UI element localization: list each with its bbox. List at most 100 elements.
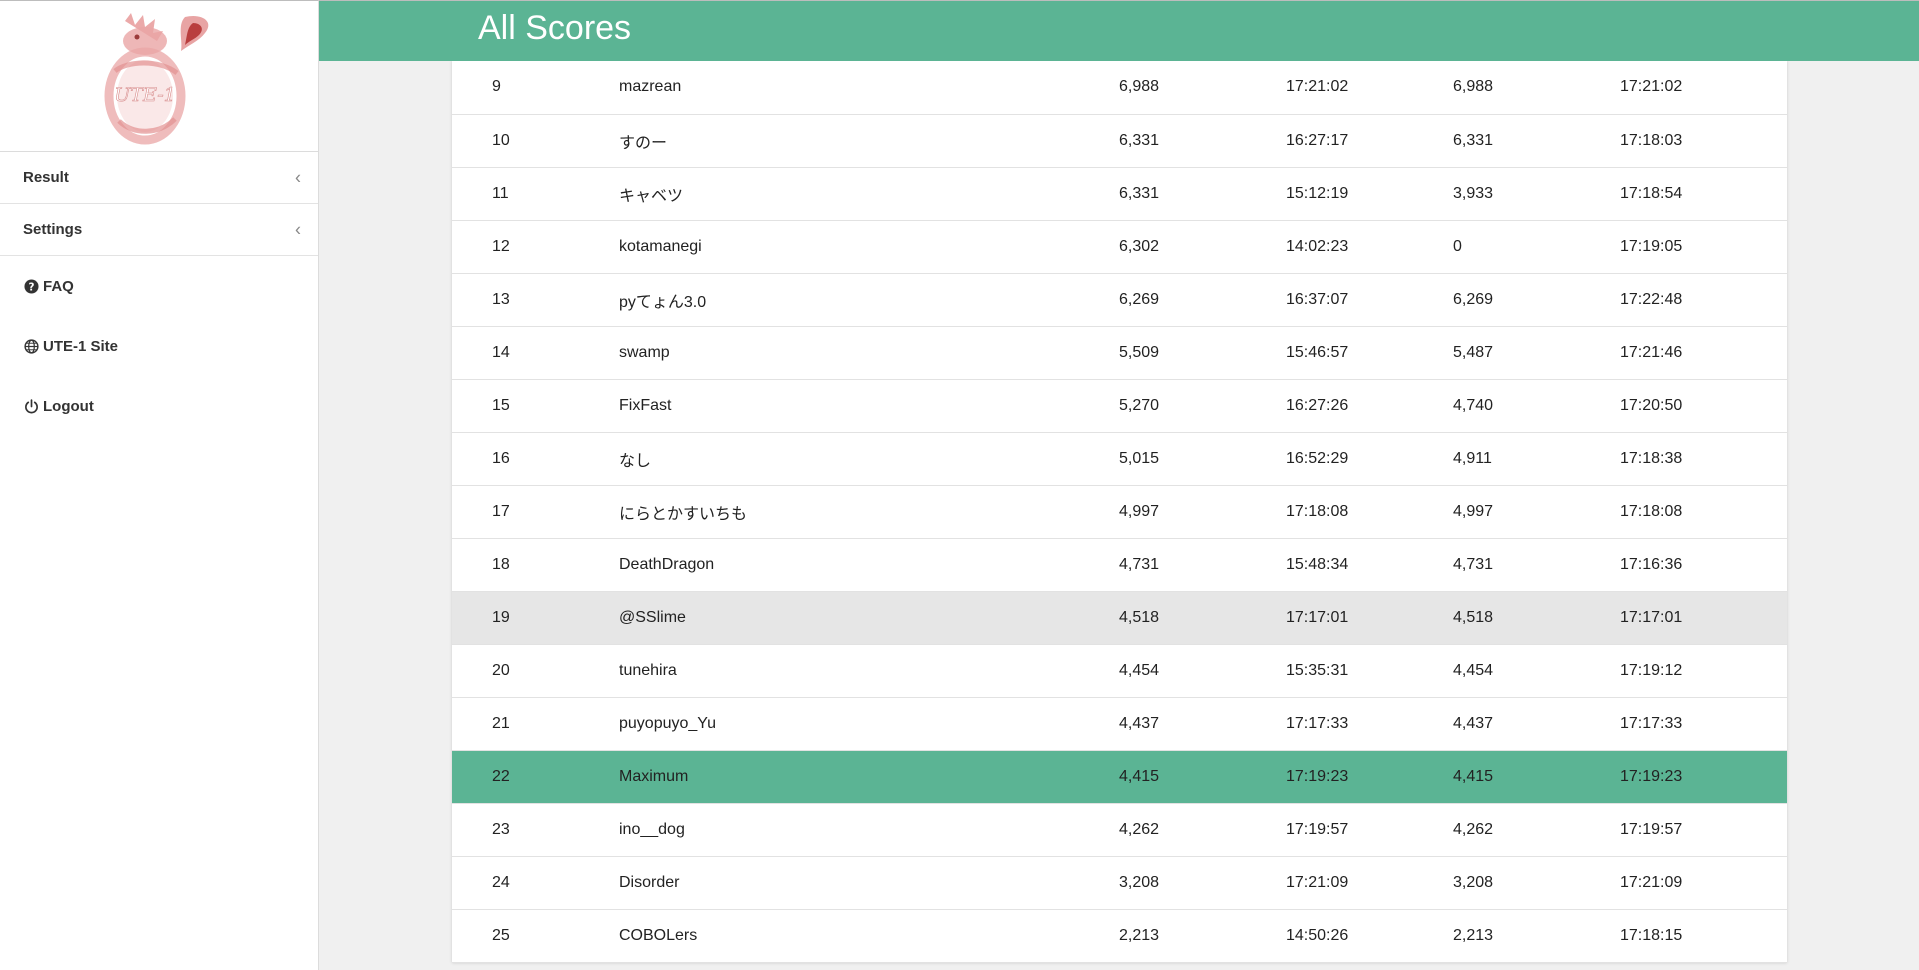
latest-score-time-cell: 17:21:09 [1620,856,1787,910]
latest-score-cell: 4,518 [1453,591,1620,645]
team-name-cell: DeathDragon [619,538,1119,592]
power-icon [23,398,39,414]
table-row[interactable]: 19 @SSlime 4,518 17:17:01 4,518 17:17:01 [452,591,1787,645]
team-name-cell: にらとかすいちも [619,485,1119,539]
rank-cell: 23 [452,803,619,857]
latest-score-time-cell: 17:19:57 [1620,803,1787,857]
table-row[interactable]: 23 ino__dog 4,262 17:19:57 4,262 17:19:5… [452,803,1787,857]
table-row[interactable]: 16 なし 5,015 16:52:29 4,911 17:18:38 [452,432,1787,486]
rank-cell: 14 [452,326,619,380]
sidebar-link-faq[interactable]: ? FAQ [0,256,318,316]
table-row[interactable]: 15 FixFast 5,270 16:27:26 4,740 17:20:50 [452,379,1787,433]
team-name-cell: mazrean [619,61,1119,115]
latest-score-cell: 4,454 [1453,644,1620,698]
rank-cell: 21 [452,697,619,751]
rank-cell: 24 [452,856,619,910]
table-row[interactable]: 24 Disorder 3,208 17:21:09 3,208 17:21:0… [452,856,1787,910]
best-score-cell: 5,509 [1119,326,1286,380]
question-circle-icon: ? [23,278,39,294]
table-row[interactable]: 22 Maximum 4,415 17:19:23 4,415 17:19:23 [452,750,1787,804]
team-name-cell: pyてょん3.0 [619,273,1119,327]
table-row[interactable]: 10 すのー 6,331 16:27:17 6,331 17:18:03 [452,114,1787,168]
rank-cell: 12 [452,220,619,274]
sidebar-link-ute1-site[interactable]: UTE-1 Site [0,316,318,376]
table-row[interactable]: 12 kotamanegi 6,302 14:02:23 0 17:19:05 [452,220,1787,274]
page-title: All Scores [478,9,632,47]
table-row[interactable]: 13 pyてょん3.0 6,269 16:37:07 6,269 17:22:4… [452,273,1787,327]
latest-score-time-cell: 17:19:05 [1620,220,1787,274]
latest-score-cell: 4,415 [1453,750,1620,804]
best-score-time-cell: 17:21:02 [1286,61,1453,115]
best-score-cell: 4,731 [1119,538,1286,592]
best-score-time-cell: 14:50:26 [1286,909,1453,963]
latest-score-cell: 6,269 [1453,273,1620,327]
best-score-time-cell: 16:27:26 [1286,379,1453,433]
best-score-time-cell: 15:12:19 [1286,167,1453,221]
best-score-time-cell: 16:52:29 [1286,432,1453,486]
best-score-cell: 4,997 [1119,485,1286,539]
latest-score-time-cell: 17:19:23 [1620,750,1787,804]
table-row[interactable]: 9 mazrean 6,988 17:21:02 6,988 17:21:02 [452,61,1787,115]
latest-score-cell: 2,213 [1453,909,1620,963]
latest-score-time-cell: 17:17:01 [1620,591,1787,645]
best-score-cell: 6,331 [1119,167,1286,221]
team-name-cell: なし [619,432,1119,486]
team-name-cell: ino__dog [619,803,1119,857]
latest-score-time-cell: 17:20:50 [1620,379,1787,433]
team-name-cell: Maximum [619,750,1119,804]
best-score-cell: 3,208 [1119,856,1286,910]
logo-text: UTE-1 [114,84,175,106]
rank-cell: 20 [452,644,619,698]
latest-score-cell: 4,997 [1453,485,1620,539]
table-row[interactable]: 18 DeathDragon 4,731 15:48:34 4,731 17:1… [452,538,1787,592]
latest-score-cell: 6,331 [1453,114,1620,168]
best-score-time-cell: 17:21:09 [1286,856,1453,910]
best-score-time-cell: 17:19:23 [1286,750,1453,804]
latest-score-cell: 3,208 [1453,856,1620,910]
team-name-cell: kotamanegi [619,220,1119,274]
scores-table-container: 9 mazrean 6,988 17:21:02 6,988 17:21:02 … [452,61,1787,963]
best-score-cell: 4,262 [1119,803,1286,857]
sidebar-link-logout[interactable]: Logout [0,376,318,436]
best-score-cell: 6,269 [1119,273,1286,327]
latest-score-time-cell: 17:18:38 [1620,432,1787,486]
rank-cell: 22 [452,750,619,804]
rank-cell: 15 [452,379,619,433]
best-score-time-cell: 16:27:17 [1286,114,1453,168]
sidebar-link-label: FAQ [43,277,74,295]
best-score-time-cell: 17:17:01 [1286,591,1453,645]
sidebar-item-label: Result [23,169,69,186]
rank-cell: 25 [452,909,619,963]
sidebar-item-settings[interactable]: Settings ‹ [0,204,318,256]
latest-score-cell: 5,487 [1453,326,1620,380]
latest-score-cell: 4,437 [1453,697,1620,751]
table-row[interactable]: 21 puyopuyo_Yu 4,437 17:17:33 4,437 17:1… [452,697,1787,751]
globe-icon [23,338,39,354]
latest-score-cell: 4,740 [1453,379,1620,433]
best-score-cell: 4,518 [1119,591,1286,645]
latest-score-cell: 4,262 [1453,803,1620,857]
sidebar-item-result[interactable]: Result ‹ [0,152,318,204]
latest-score-cell: 4,911 [1453,432,1620,486]
latest-score-time-cell: 17:18:54 [1620,167,1787,221]
best-score-cell: 6,302 [1119,220,1286,274]
latest-score-time-cell: 17:22:48 [1620,273,1787,327]
sidebar-link-label: UTE-1 Site [43,337,119,355]
scores-table: 9 mazrean 6,988 17:21:02 6,988 17:21:02 … [452,61,1787,963]
table-row[interactable]: 11 キャベツ 6,331 15:12:19 3,933 17:18:54 [452,167,1787,221]
table-row[interactable]: 17 にらとかすいちも 4,997 17:18:08 4,997 17:18:0… [452,485,1787,539]
latest-score-time-cell: 17:16:36 [1620,538,1787,592]
latest-score-cell: 4,731 [1453,538,1620,592]
team-name-cell: すのー [619,114,1119,168]
best-score-cell: 4,454 [1119,644,1286,698]
table-row[interactable]: 20 tunehira 4,454 15:35:31 4,454 17:19:1… [452,644,1787,698]
rank-cell: 9 [452,61,619,115]
table-row[interactable]: 14 swamp 5,509 15:46:57 5,487 17:21:46 [452,326,1787,380]
svg-text:?: ? [28,281,34,293]
table-row[interactable]: 25 COBOLers 2,213 14:50:26 2,213 17:18:1… [452,909,1787,963]
best-score-cell: 4,437 [1119,697,1286,751]
best-score-time-cell: 16:37:07 [1286,273,1453,327]
best-score-cell: 6,988 [1119,61,1286,115]
sidebar-link-label: Logout [43,397,94,415]
rank-cell: 13 [452,273,619,327]
